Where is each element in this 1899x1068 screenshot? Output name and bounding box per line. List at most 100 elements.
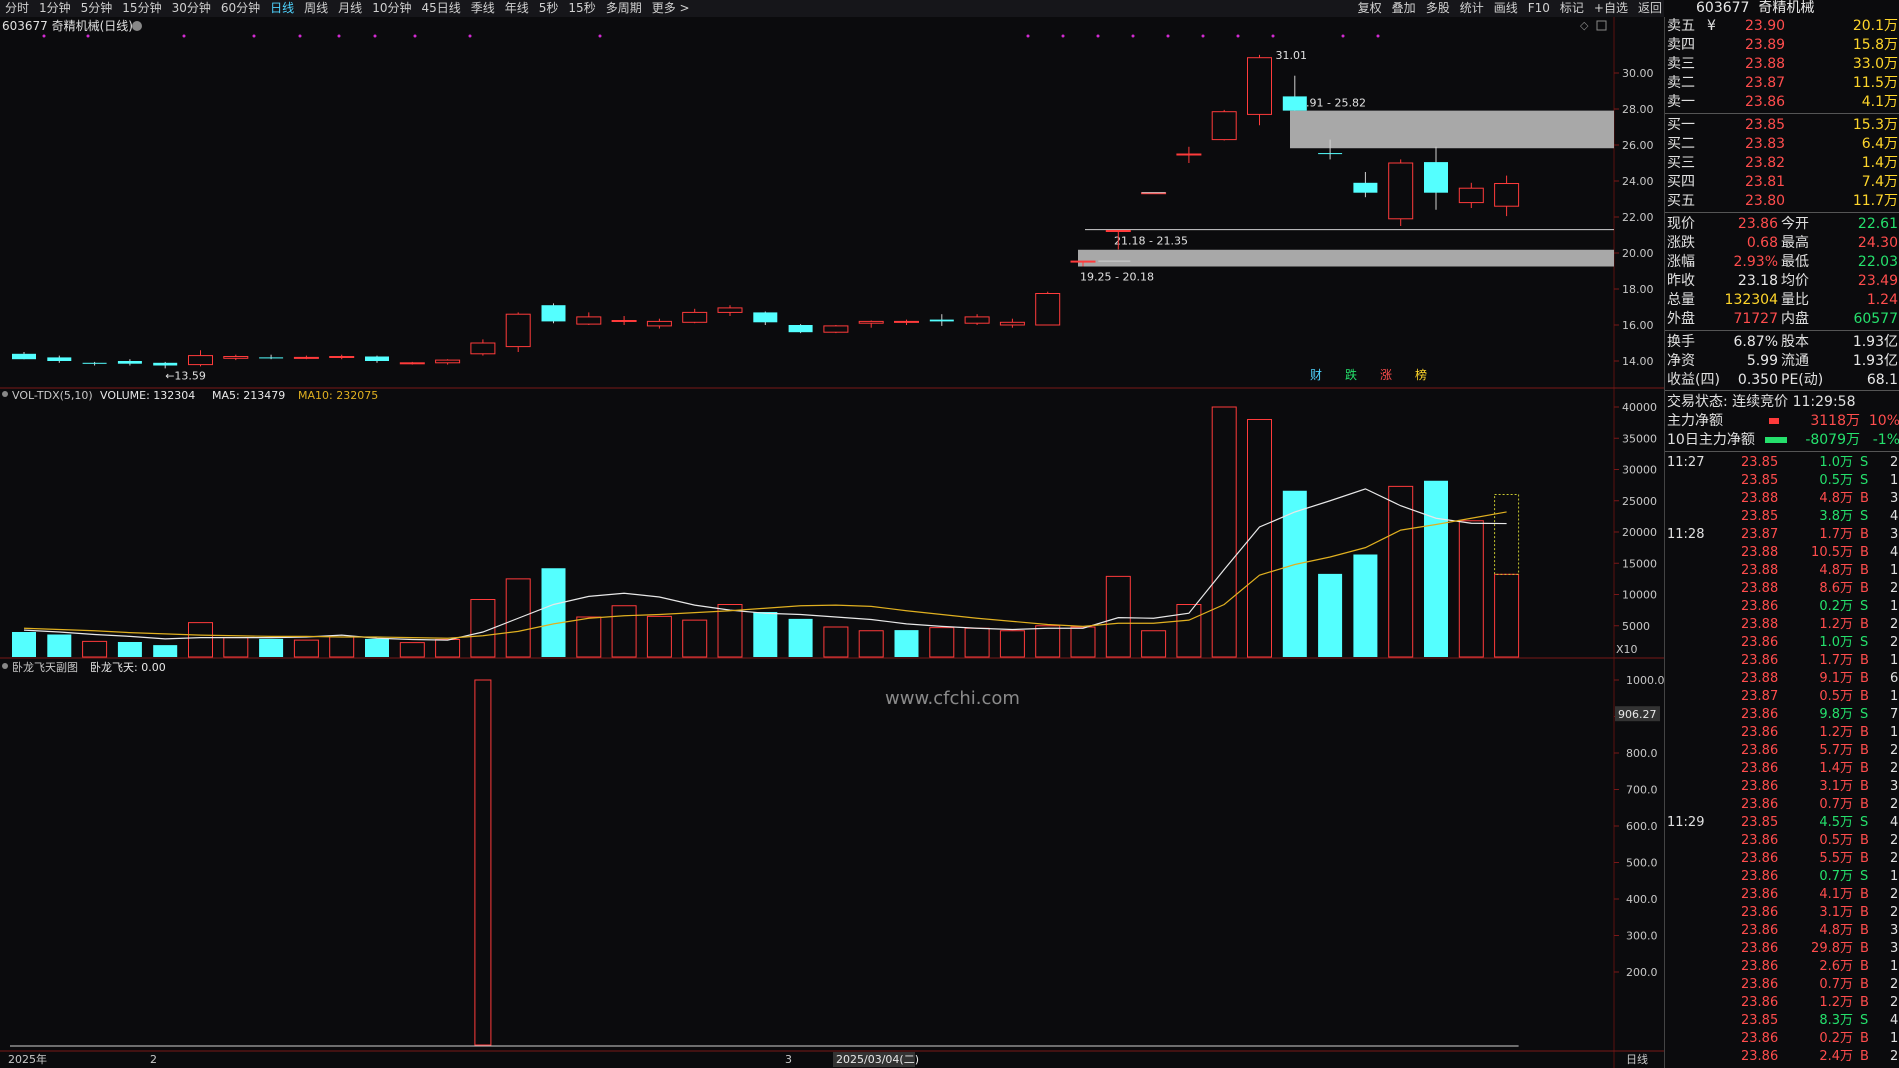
tick-side: B — [1860, 725, 1869, 740]
period-tab-11[interactable]: 季线 — [466, 0, 500, 17]
volume-bar — [1247, 419, 1272, 658]
signal-marker — [182, 34, 186, 38]
info-icon — [132, 21, 142, 31]
tick-time: 11:27 — [1667, 455, 1705, 470]
tool-button-0[interactable]: 复权 — [1353, 0, 1387, 17]
tick-side: S — [1860, 509, 1869, 524]
tick-price: 23.86 — [1741, 725, 1779, 740]
bid-volume: 6.4万 — [1861, 136, 1898, 152]
bid-label: 买一 — [1667, 117, 1695, 133]
period-tab-14[interactable]: 15秒 — [563, 0, 600, 17]
period-tab-2[interactable]: 5分钟 — [76, 0, 118, 17]
bid-row: 买一 23.85 15.3万 — [1665, 116, 1899, 135]
stat-label: 涨跌 — [1667, 235, 1695, 251]
stat-row: 昨收 23.18 均价 23.49 — [1665, 272, 1899, 291]
volume-bar — [117, 642, 142, 657]
volume-bar — [646, 615, 672, 658]
volume-tick-label: 15000 — [1622, 557, 1657, 570]
candle-body — [329, 356, 355, 358]
tick-volume: 8.6万 — [1819, 581, 1853, 596]
bid-volume: 11.7万 — [1852, 193, 1898, 209]
period-tab-6[interactable]: 日线 — [265, 0, 299, 17]
ask-volume: 33.0万 — [1852, 56, 1898, 72]
ask-price: 23.89 — [1745, 37, 1786, 53]
tool-button-7[interactable]: +自选 — [1589, 0, 1633, 17]
tick-count: 2 — [1890, 887, 1899, 902]
tool-button-2[interactable]: 多股 — [1421, 0, 1455, 17]
period-tab-7[interactable]: 周线 — [299, 0, 333, 17]
tick-volume: 0.7万 — [1819, 869, 1853, 884]
tick-count: 1 — [1890, 653, 1899, 668]
ask-volume: 11.5万 — [1852, 75, 1898, 91]
volume-bar — [823, 626, 849, 658]
stat-label: 昨收 — [1667, 273, 1695, 289]
tick-volume: 2.4万 — [1819, 1049, 1853, 1064]
tick-price: 23.86 — [1741, 995, 1779, 1010]
tick-row: 11:27 23.85 1.0万 S 2 — [1665, 454, 1899, 472]
tool-button-8[interactable]: 返回 — [1633, 0, 1667, 17]
kline-chart[interactable]: 14.00 16.00 18.00 20.00 22.00 24.00 26.00 28.00… — [0, 17, 1664, 1068]
tick-volume: 0.7万 — [1819, 977, 1853, 992]
tick-price: 23.88 — [1741, 581, 1779, 596]
tick-row: 23.88 8.6万 B 2 — [1665, 580, 1899, 598]
period-tab-4[interactable]: 30分钟 — [167, 0, 216, 17]
price-tick-label: 20.00 — [1622, 247, 1654, 260]
period-tab-1[interactable]: 1分钟 — [34, 0, 76, 17]
tick-volume: 0.2万 — [1819, 1031, 1853, 1046]
volume-bar — [293, 639, 319, 658]
tool-button-5[interactable]: F10 — [1523, 0, 1555, 17]
bid-label: 买三 — [1667, 155, 1695, 171]
period-tab-12[interactable]: 年线 — [500, 0, 534, 17]
tick-count: 3 — [1890, 941, 1899, 956]
diamond-icon: ◇ — [1580, 19, 1589, 32]
panel-separator — [1665, 390, 1899, 391]
ask-row: 卖三 23.88 33.0万 — [1665, 55, 1899, 74]
tick-side: B — [1860, 833, 1869, 848]
tick-side: B — [1860, 959, 1869, 974]
period-tab-13[interactable]: 5秒 — [534, 0, 564, 17]
price-tick-label: 22.00 — [1622, 211, 1654, 224]
volume-bar — [1424, 480, 1448, 657]
period-tab-16[interactable]: 更多 > — [647, 0, 695, 17]
period-tab-8[interactable]: 月线 — [333, 0, 367, 17]
tick-row: 23.88 4.8万 B 3 — [1665, 490, 1899, 508]
tick-side: B — [1860, 1049, 1869, 1064]
tick-price: 23.86 — [1741, 833, 1779, 848]
tick-volume: 3.1万 — [1819, 905, 1853, 920]
x-axis-cursor-label: 2025/03/04(二) — [836, 1053, 919, 1066]
bid-label: 买二 — [1667, 136, 1695, 152]
cursor-value: 906.27 — [1618, 708, 1657, 721]
tool-button-4[interactable]: 画线 — [1489, 0, 1523, 17]
volume-bar — [1388, 485, 1414, 658]
period-tab-15[interactable]: 多周期 — [601, 0, 647, 17]
tick-row: 23.88 4.8万 B 1 — [1665, 562, 1899, 580]
tick-side: B — [1860, 923, 1869, 938]
ma10-label: MA10: 232075 — [298, 389, 378, 402]
period-tab-0[interactable]: 分时 — [0, 0, 34, 17]
period-tab-9[interactable]: 10分钟 — [367, 0, 416, 17]
stat-value: 1.93亿 — [1852, 353, 1898, 369]
sub-tick-label: 800.0 — [1626, 747, 1658, 760]
tick-volume: 4.8万 — [1819, 491, 1853, 506]
trade-status: 交易状态: 连续竞价 11:29:58 — [1667, 394, 1856, 410]
tool-button-1[interactable]: 叠加 — [1387, 0, 1421, 17]
period-tab-10[interactable]: 45日线 — [416, 0, 465, 17]
tick-count: 3 — [1890, 491, 1899, 506]
tick-price: 23.86 — [1741, 905, 1779, 920]
tick-count: 1 — [1890, 959, 1899, 974]
tick-price: 23.85 — [1741, 815, 1779, 830]
resistance-zone — [1290, 110, 1614, 149]
stat-value: 5.99 — [1746, 353, 1778, 369]
period-tab-3[interactable]: 15分钟 — [117, 0, 166, 17]
vol-indicator-name: VOL-TDX(5,10) — [12, 389, 93, 402]
tick-row: 23.86 1.0万 S 2 — [1665, 634, 1899, 652]
volume-bar — [365, 638, 389, 657]
tool-button-3[interactable]: 统计 — [1455, 0, 1489, 17]
quote-panel: 卖五 ¥23.90 20.1万 卖四 23.89 15.8万 卖三 23.88 33.0万 卖二 2… — [1664, 17, 1899, 1068]
tick-volume: 1.0万 — [1819, 635, 1853, 650]
collapse-icon — [2, 663, 8, 669]
tick-volume: 1.4万 — [1819, 761, 1853, 776]
period-tab-5[interactable]: 60分钟 — [216, 0, 265, 17]
tool-button-6[interactable]: 标记 — [1555, 0, 1589, 17]
volume-tick-label: 40000 — [1622, 401, 1657, 414]
